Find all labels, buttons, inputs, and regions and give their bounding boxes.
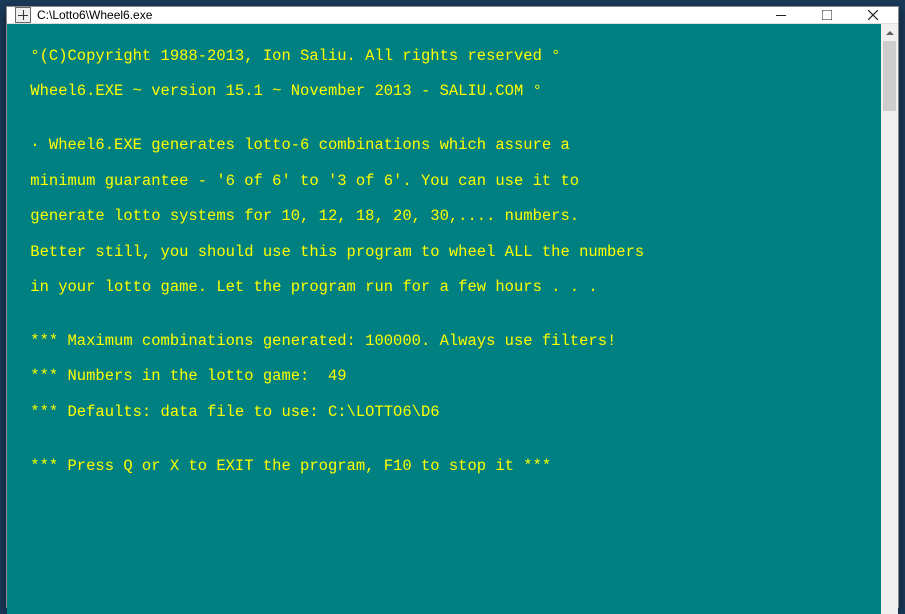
blank-line	[21, 529, 871, 547]
window-title: C:\Lotto6\Wheel6.exe	[37, 8, 758, 22]
window-buttons	[758, 7, 896, 23]
console-output[interactable]: °(C)Copyright 1988-2013, Ion Saliu. All …	[7, 24, 881, 614]
console-line: in your lotto game. Let the program run …	[21, 279, 871, 297]
vertical-scrollbar[interactable]	[881, 24, 898, 614]
console-line: *** Numbers in the lotto game: 49	[21, 368, 871, 386]
client-area: °(C)Copyright 1988-2013, Ion Saliu. All …	[7, 24, 898, 614]
app-icon	[15, 7, 31, 23]
scroll-up-button[interactable]	[881, 24, 898, 41]
scrollbar-thumb[interactable]	[883, 41, 896, 111]
console-line: generate lotto systems for 10, 12, 18, 2…	[21, 208, 871, 226]
minimize-icon	[776, 10, 786, 20]
close-icon	[868, 10, 878, 20]
console-line: *** Maximum combinations generated: 1000…	[21, 333, 871, 351]
app-window: C:\Lotto6\Wheel6.exe °(C)Copyright 1988-…	[6, 6, 899, 608]
maximize-icon	[822, 10, 832, 20]
console-line: minimum guarantee - '6 of 6' to '3 of 6'…	[21, 173, 871, 191]
blank-line	[21, 564, 871, 582]
console-line: Better still, you should use this progra…	[21, 244, 871, 262]
console-line: *** Press Q or X to EXIT the program, F1…	[21, 458, 871, 476]
blank-line	[21, 493, 871, 511]
console-line: · Wheel6.EXE generates lotto-6 combinati…	[21, 137, 871, 155]
close-button[interactable]	[850, 7, 896, 23]
scrollbar-track[interactable]	[881, 41, 898, 614]
maximize-button[interactable]	[804, 7, 850, 23]
console-line: Wheel6.EXE ~ version 15.1 ~ November 201…	[21, 83, 871, 101]
chevron-up-icon	[886, 29, 894, 37]
console-line: °(C)Copyright 1988-2013, Ion Saliu. All …	[21, 48, 871, 66]
blank-line	[21, 600, 871, 614]
console-line: *** Defaults: data file to use: C:\LOTTO…	[21, 404, 871, 422]
titlebar[interactable]: C:\Lotto6\Wheel6.exe	[7, 7, 898, 24]
minimize-button[interactable]	[758, 7, 804, 23]
